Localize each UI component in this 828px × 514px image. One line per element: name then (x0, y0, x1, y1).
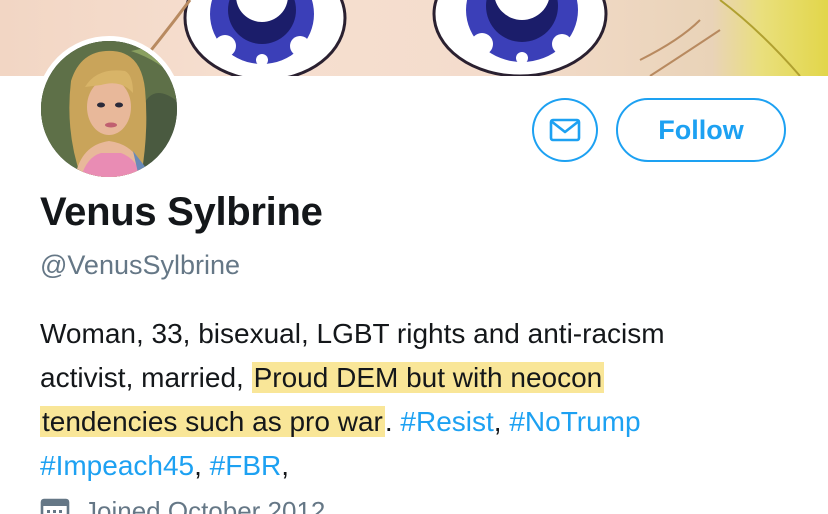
bio-text: Woman, 33, bisexual, LGBT rights and ant… (40, 318, 665, 349)
bio-separator: , (493, 406, 510, 437)
envelope-icon (549, 118, 581, 142)
follow-button[interactable]: Follow (616, 98, 786, 162)
joined-date-row: Joined October 2012 (40, 496, 325, 514)
bio-line: Woman, 33, bisexual, LGBT rights and ant… (40, 312, 800, 356)
bio-text: activist, married, (40, 362, 252, 393)
bio-line: activist, married, Proud DEM but with ne… (40, 356, 800, 400)
bio-line: #Impeach45, #FBR, (40, 444, 800, 488)
hashtag-link-fbr[interactable]: #FBR (210, 450, 282, 481)
hashtag-link-notrump[interactable]: #NoTrump (509, 406, 640, 437)
profile-bio: Woman, 33, bisexual, LGBT rights and ant… (40, 312, 800, 488)
highlighted-text: Proud DEM but with neocon (251, 362, 605, 393)
bio-separator: , (194, 450, 210, 481)
message-button[interactable] (532, 98, 598, 162)
hashtag-link-impeach45[interactable]: #Impeach45 (40, 450, 194, 481)
profile-handle: @VenusSylbrine (40, 250, 241, 280)
hashtag-link-resist[interactable]: #Resist (400, 406, 493, 437)
profile-page: Follow Venus Sylbrine @VenusSylbrine Wom… (0, 0, 828, 514)
highlighted-text: tendencies such as pro war (40, 406, 385, 437)
profile-avatar[interactable] (36, 36, 182, 182)
bio-text: , (281, 450, 290, 481)
bio-line: tendencies such as pro war. #Resist, #No… (40, 400, 800, 444)
display-name: Venus Sylbrine (40, 190, 323, 234)
calendar-icon (40, 498, 70, 514)
joined-text: Joined October 2012 (84, 495, 326, 514)
bio-text: . (384, 406, 401, 437)
